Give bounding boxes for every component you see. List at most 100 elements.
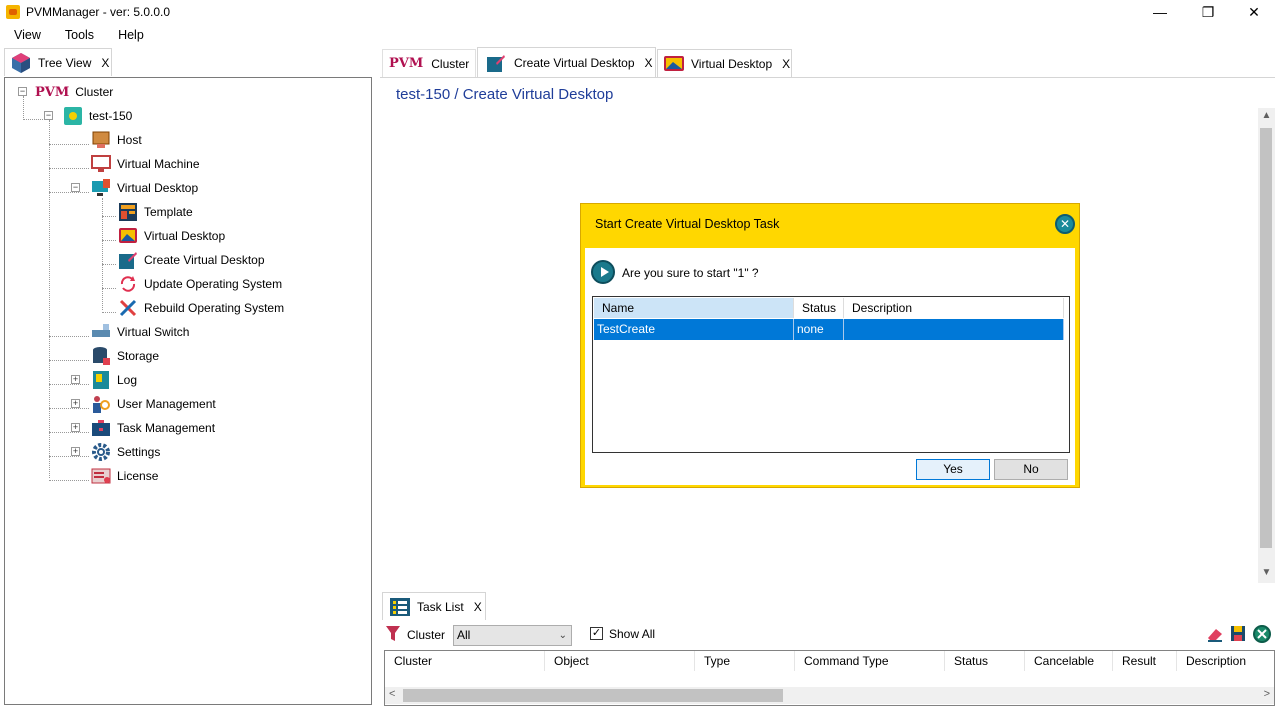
dialog-title: Start Create Virtual Desktop Task [595, 217, 780, 231]
column-status[interactable]: Status [794, 298, 844, 318]
chevron-down-icon: ⌄ [558, 630, 567, 641]
expand-user-management-icon[interactable]: + [71, 399, 80, 408]
tree-item-settings-label: Settings [117, 445, 161, 459]
cluster-filter-select[interactable]: All ⌄ [453, 625, 572, 646]
tree-item-virtual-desktop-label: Virtual Desktop [117, 181, 199, 195]
menu-view[interactable]: View [0, 28, 51, 42]
database-icon [93, 347, 110, 365]
tools-icon [119, 299, 137, 317]
scroll-up-icon[interactable]: ▲ [1258, 110, 1275, 126]
scroll-down-icon[interactable]: ▼ [1258, 567, 1275, 583]
yes-button[interactable]: Yes [916, 459, 990, 480]
tab-task-list-close[interactable]: X [474, 600, 482, 614]
column-name[interactable]: Name [594, 298, 794, 318]
hscroll-thumb[interactable] [403, 689, 783, 702]
tree-item-create-virtual-desktop[interactable]: Create Virtual Desktop [118, 249, 265, 271]
horizontal-scrollbar[interactable]: < > [385, 687, 1274, 704]
task-list-grid: Cluster Object Type Command Type Status … [384, 650, 1275, 706]
close-window-button[interactable]: ✕ [1231, 0, 1275, 24]
tree-item-license[interactable]: License [91, 465, 158, 487]
dialog-question: Are you sure to start "1" ? [622, 266, 759, 280]
column-status[interactable]: Status [945, 651, 1025, 671]
collapse-virtual-desktop-icon[interactable]: − [71, 183, 80, 192]
tree-item-virtual-switch[interactable]: Virtual Switch [91, 321, 189, 343]
maximize-button[interactable]: ❐ [1185, 0, 1231, 24]
license-icon [91, 468, 111, 484]
scroll-right-icon[interactable]: > [1264, 688, 1270, 700]
scroll-left-icon[interactable]: < [389, 688, 395, 700]
tree-item-host-label: Host [117, 133, 142, 147]
tab-task-list[interactable]: Task List X [382, 592, 486, 620]
tree-item-task-management-label: Task Management [117, 421, 216, 435]
column-cluster[interactable]: Cluster [385, 651, 545, 671]
tab-tree-view-close[interactable]: X [101, 56, 109, 70]
tree-item-test-150[interactable]: test-150 [63, 105, 132, 127]
show-all-checkbox[interactable]: ✓ [590, 627, 603, 640]
no-button[interactable]: No [994, 459, 1068, 480]
column-cancelable[interactable]: Cancelable [1025, 651, 1113, 671]
cell-description [844, 319, 1064, 340]
expand-task-management-icon[interactable]: + [71, 423, 80, 432]
minimize-button[interactable]: — [1137, 0, 1183, 24]
column-type[interactable]: Type [695, 651, 795, 671]
menu-tools[interactable]: Tools [51, 28, 104, 42]
tree-item-user-management[interactable]: User Management [91, 393, 216, 415]
collapse-cluster-icon[interactable]: − [18, 87, 27, 96]
title-bar: PVMManager - ver: 5.0.0.0 — ❐ ✕ [0, 0, 1275, 24]
expand-settings-icon[interactable]: + [71, 447, 80, 456]
table-row[interactable]: TestCreate none [594, 319, 1064, 340]
tree-item-license-label: License [117, 469, 159, 483]
tree-item-cluster[interactable]: PVM Cluster [35, 81, 113, 103]
save-icon[interactable] [1230, 625, 1246, 642]
monitor-icon [91, 155, 111, 172]
tree-item-virtual-desktop-child[interactable]: Virtual Desktop [118, 225, 225, 247]
scroll-thumb[interactable] [1260, 128, 1272, 548]
tree-item-virtual-switch-label: Virtual Switch [117, 325, 190, 339]
desktop-icon [92, 179, 110, 196]
dialog-close-icon[interactable]: ✕ [1055, 214, 1075, 234]
tab-create-virtual-desktop-close[interactable]: X [645, 56, 653, 70]
pvm-logo-icon: PVM [389, 56, 424, 71]
column-description[interactable]: Description [844, 298, 1064, 318]
tree-item-virtual-desktop[interactable]: Virtual Desktop [91, 177, 198, 199]
tab-virtual-desktop[interactable]: Virtual Desktop X [657, 49, 792, 77]
tree-item-virtual-desktop-child-label: Virtual Desktop [144, 229, 226, 243]
tree-item-virtual-machine-label: Virtual Machine [117, 157, 200, 171]
tab-tree-view[interactable]: Tree View X [4, 48, 112, 76]
column-object[interactable]: Object [545, 651, 695, 671]
tree-item-host[interactable]: Host [91, 129, 142, 151]
tree-item-task-management[interactable]: Task Management [91, 417, 215, 439]
tree-item-storage[interactable]: Storage [91, 345, 159, 367]
collapse-host-node-icon[interactable]: − [44, 111, 53, 120]
tree-item-rebuild-os[interactable]: Rebuild Operating System [118, 297, 284, 319]
menu-help[interactable]: Help [104, 28, 154, 42]
eraser-icon[interactable] [1206, 626, 1224, 642]
template-icon [119, 203, 137, 221]
app-icon [6, 5, 20, 19]
column-description[interactable]: Description [1177, 651, 1274, 671]
task-toolbar: Cluster All ⌄ ✓ Show All [380, 620, 1275, 648]
tab-virtual-desktop-close[interactable]: X [782, 57, 790, 71]
expand-log-icon[interactable]: + [71, 375, 80, 384]
tree-item-log[interactable]: Log [91, 369, 137, 391]
tree-item-test-150-label: test-150 [89, 109, 133, 123]
tab-create-virtual-desktop[interactable]: Create Virtual Desktop X [477, 47, 656, 77]
column-command-type[interactable]: Command Type [795, 651, 945, 671]
tab-cluster[interactable]: PVM Cluster X [382, 49, 487, 77]
gear-icon [92, 443, 110, 461]
dialog-body: Are you sure to start "1" ? Name Status … [585, 248, 1075, 485]
tree-item-virtual-machine[interactable]: Virtual Machine [91, 153, 200, 175]
vertical-scrollbar[interactable]: ▲ ▼ [1258, 108, 1275, 583]
show-all-label: Show All [609, 627, 656, 641]
column-result[interactable]: Result [1113, 651, 1177, 671]
tree-item-settings[interactable]: Settings [91, 441, 160, 463]
tree-item-cluster-label: Cluster [75, 85, 114, 99]
tree-item-template-label: Template [144, 205, 193, 219]
virtual-desktop-icon [119, 228, 137, 243]
tree-item-update-os[interactable]: Update Operating System [118, 273, 282, 295]
clear-icon[interactable] [1253, 625, 1271, 643]
tree-item-storage-label: Storage [117, 349, 160, 363]
cluster-filter-value: All [457, 628, 471, 642]
refresh-icon [120, 276, 136, 292]
tree-item-template[interactable]: Template [118, 201, 193, 223]
